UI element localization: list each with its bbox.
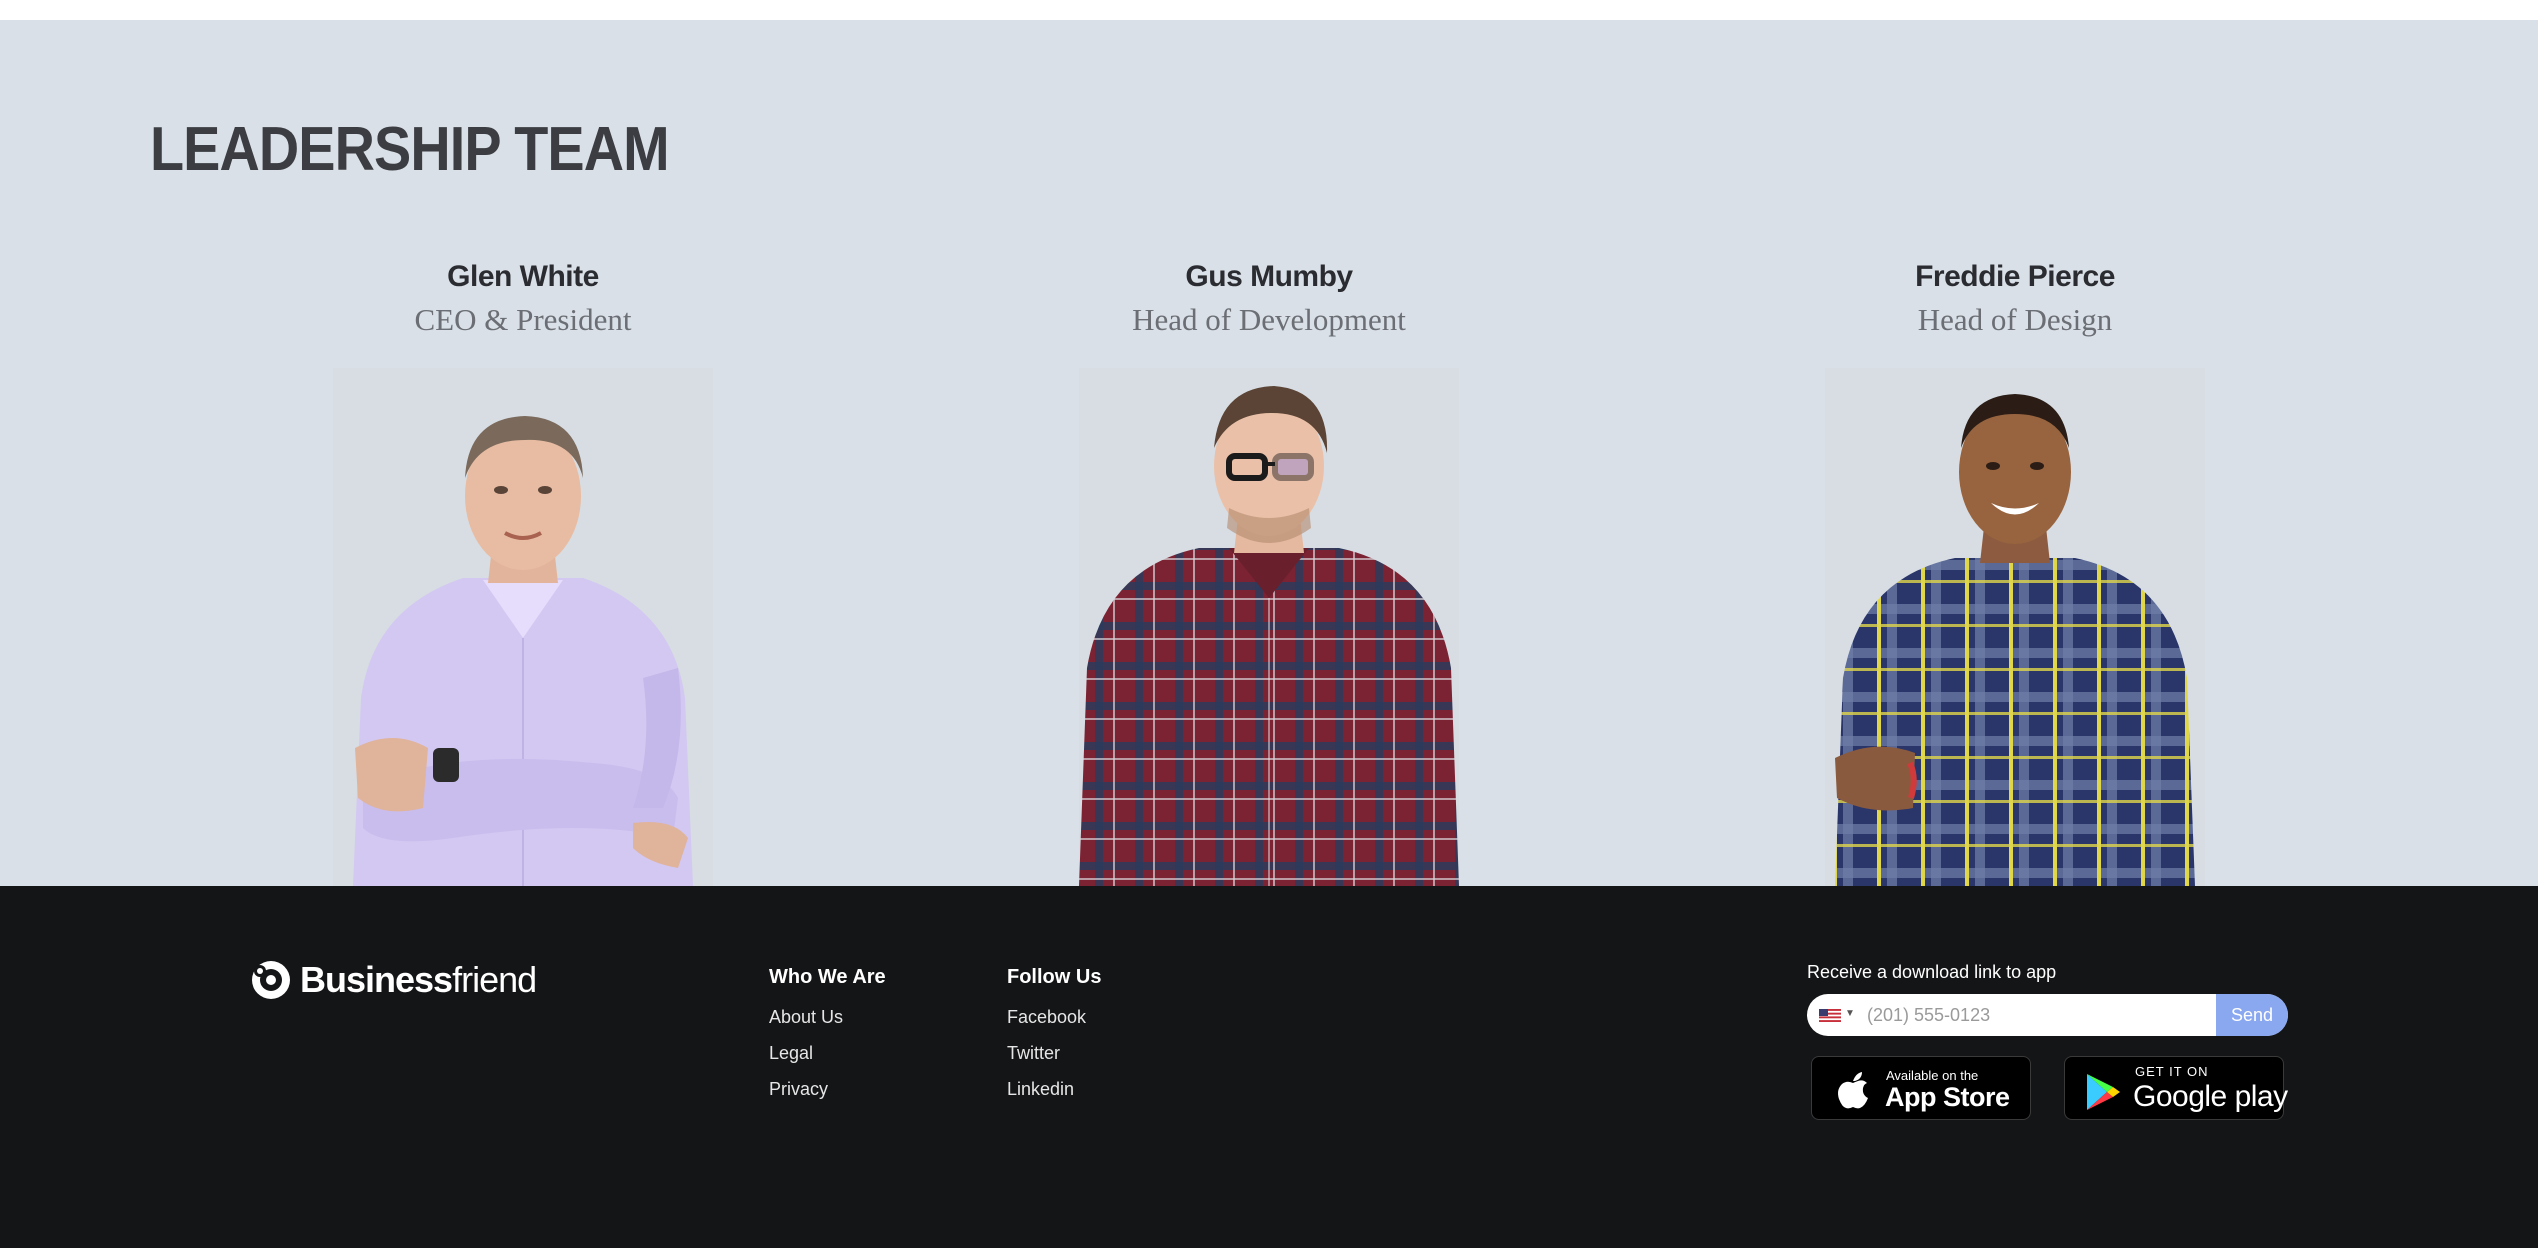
footer-link-facebook[interactable]: Facebook [1007, 1006, 1101, 1042]
leadership-section: LEADERSHIP TEAM Glen White CEO & Preside… [0, 20, 2538, 886]
footer-link-privacy[interactable]: Privacy [769, 1078, 886, 1114]
member-portrait [353, 416, 693, 886]
brand-logo-text: Businessfriend [300, 959, 537, 1000]
send-button[interactable]: Send [2216, 994, 2288, 1036]
member-role: CEO & President [414, 302, 632, 337]
download-link-label: Receive a download link to app [1807, 962, 2057, 982]
member-name: Glen White [447, 260, 599, 293]
member-portrait [1079, 386, 1459, 886]
app-store-badge-small-text: Available on the [1886, 1068, 1979, 1083]
member-role: Head of Design [1917, 302, 2113, 337]
app-store-badge[interactable]: Available on the App Store [1811, 1056, 2031, 1120]
google-play-badge-big-text: Google play [2133, 1080, 2288, 1113]
apple-icon [1838, 1072, 1868, 1109]
member-role: Head of Development [1132, 302, 1406, 337]
member-name: Freddie Pierce [1915, 260, 2115, 293]
us-flag-icon[interactable] [1819, 1009, 1841, 1022]
phone-form: ▼ Send [1807, 994, 2288, 1036]
site-footer: Businessfriend Who We Are About Us Legal… [0, 886, 2538, 1248]
team-member-card: Glen White CEO & President [283, 20, 763, 886]
member-photo [1825, 368, 2205, 886]
team-member-card: Gus Mumby Head of Development [1029, 20, 1509, 886]
footer-column-who-we-are: Who We Are About Us Legal Privacy [769, 966, 886, 1114]
member-portrait [1835, 394, 2195, 886]
brand-logo-icon [252, 961, 290, 999]
member-photo [1079, 368, 1459, 886]
footer-column-title: Follow Us [1007, 966, 1102, 988]
member-name: Gus Mumby [1185, 260, 1353, 293]
phone-input[interactable] [1867, 994, 2217, 1036]
google-play-badge[interactable]: GET IT ON Google play [2064, 1056, 2288, 1120]
footer-column-title: Who We Are [769, 966, 886, 988]
footer-link-linkedin[interactable]: Linkedin [1007, 1078, 1101, 1114]
app-store-badge-big-text: App Store [1885, 1082, 2010, 1112]
top-strip [0, 0, 2538, 20]
member-photo [333, 368, 713, 886]
footer-link-twitter[interactable]: Twitter [1007, 1042, 1101, 1078]
google-play-icon [2087, 1074, 2120, 1110]
footer-link-about-us[interactable]: About Us [769, 1006, 886, 1042]
chevron-down-icon[interactable]: ▼ [1845, 1008, 1855, 1019]
footer-link-legal[interactable]: Legal [769, 1042, 886, 1078]
team-member-card: Freddie Pierce Head of Design [1775, 20, 2255, 886]
footer-column-follow-us: Follow Us Facebook Twitter Linkedin [1007, 966, 1101, 1114]
brand-logo[interactable]: Businessfriend [250, 959, 537, 1001]
google-play-badge-small-text: GET IT ON [2135, 1064, 2209, 1079]
